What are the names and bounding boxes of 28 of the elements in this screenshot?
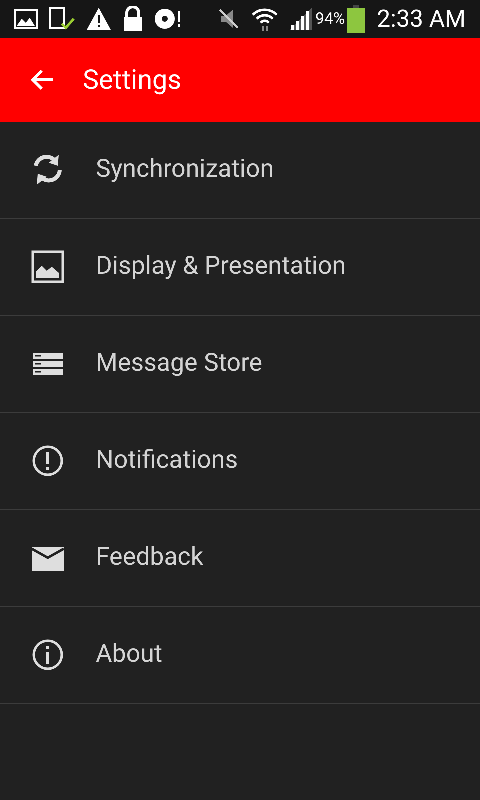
image-icon [14, 9, 38, 29]
warning-icon [86, 7, 112, 31]
item-label: Display & Presentation [96, 251, 346, 284]
mute-icon [217, 7, 242, 31]
item-label: Synchronization [96, 154, 274, 186]
battery-percent: 94% [315, 8, 346, 30]
item-label: Message Store [96, 348, 263, 380]
battery-icon [347, 5, 366, 33]
image-icon [30, 249, 66, 285]
disc-alert-icon [154, 7, 182, 31]
clock-time: 2:33 AM [377, 4, 466, 35]
device-check-icon [48, 7, 76, 31]
info-icon [30, 637, 66, 673]
settings-item[interactable]: Message Store [0, 316, 480, 413]
lock-icon [122, 6, 144, 32]
settings-item[interactable]: About [0, 607, 480, 704]
wifi-icon [251, 6, 280, 32]
settings-item[interactable]: Notifications [0, 413, 480, 510]
back-arrow-icon [29, 68, 55, 92]
alert-circle-icon [30, 443, 66, 479]
screen-title: Settings [83, 62, 182, 98]
settings-item[interactable]: Feedback [0, 510, 480, 607]
item-label: Notifications [96, 445, 238, 478]
settings-item[interactable]: Display & Presentation [0, 219, 480, 316]
item-label: About [96, 639, 163, 672]
signal-icon [289, 8, 314, 30]
settings-item[interactable]: Synchronization [0, 122, 480, 219]
item-label: Feedback [96, 542, 204, 574]
